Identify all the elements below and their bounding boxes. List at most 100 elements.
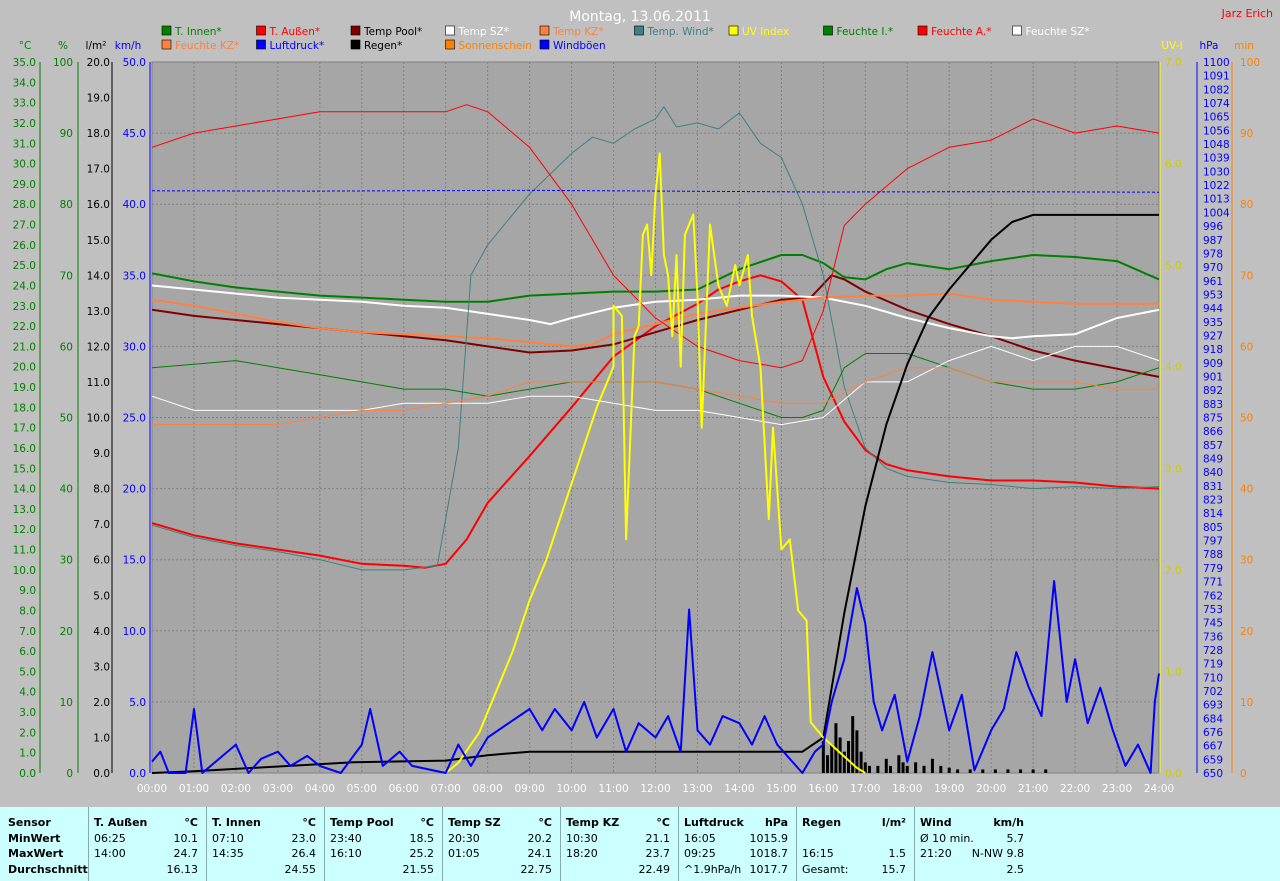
rain-bar [922, 765, 926, 773]
legend-label: Sonnenschein [459, 40, 532, 52]
legend-label: Windböen [553, 40, 606, 52]
temp-tick-label: 0.0 [19, 768, 36, 780]
rain-tick-label: 7.0 [93, 519, 110, 531]
author-label: Jarz Erich [1221, 7, 1273, 20]
summary-column-unit: km/h [993, 816, 1024, 829]
pressure-tick-label: 1048 [1203, 139, 1230, 151]
summary-column-unit: hPa [764, 816, 788, 829]
temp-tick-label: 10.0 [13, 565, 36, 577]
rain-tick-label: 19.0 [87, 93, 110, 105]
legend: T. Innen* T. Außen* Temp Pool* Temp SZ* Temp… [161, 25, 1090, 52]
time-tick-label: 10:00 [556, 783, 586, 795]
summary-row-label: Durchschnitt [8, 863, 88, 876]
temp-tick-label: 35.0 [13, 57, 36, 69]
legend-label: Regen* [364, 40, 402, 52]
temp-tick-label: 11.0 [13, 545, 36, 557]
time-tick-label: 00:00 [137, 783, 167, 795]
time-tick-label: 01:00 [179, 783, 209, 795]
humidity-unit: % [58, 40, 68, 52]
pressure-tick-label: 987 [1203, 235, 1223, 247]
temp-tick-label: 30.0 [13, 159, 36, 171]
temp-tick-label: 26.0 [13, 240, 36, 252]
temp-tick-label: 32.0 [13, 118, 36, 130]
temp-tick-label: 24.0 [13, 280, 36, 292]
rain-bar [867, 765, 871, 773]
legend-label: Feuchte SZ* [1026, 26, 1090, 38]
summary-value: 26.4 [291, 847, 317, 860]
pressure-tick-label: 978 [1203, 248, 1223, 260]
time-tick-label: 17:00 [850, 783, 880, 795]
humidity-tick-label: 60 [60, 341, 73, 353]
sunshine-tick-label: 100 [1240, 57, 1260, 69]
legend-swatch [161, 25, 172, 36]
rain-tick-label: 12.0 [87, 341, 110, 353]
humidity-tick-label: 70 [60, 270, 73, 282]
summary-separator [678, 807, 679, 881]
temp-tick-label: 27.0 [13, 220, 36, 232]
pressure-tick-label: 779 [1203, 563, 1223, 575]
summary-value: 23.0 [291, 832, 317, 845]
humidity-tick-label: 20 [60, 626, 73, 638]
rain-bar [956, 769, 960, 773]
time-tick-label: 08:00 [473, 783, 503, 795]
sunshine-tick-label: 60 [1240, 341, 1253, 353]
humidity-tick-label: 100 [53, 57, 73, 69]
rain-bar [981, 769, 985, 773]
rain-tick-label: 13.0 [87, 306, 110, 318]
temp-tick-label: 18.0 [13, 402, 36, 414]
pressure-tick-label: 702 [1203, 686, 1223, 698]
rain-bar [876, 765, 880, 773]
uv-tick-label: 4.0 [1165, 362, 1182, 374]
pressure-tick-label: 1091 [1203, 71, 1230, 83]
legend-swatch [350, 25, 361, 36]
legend-swatch [256, 39, 266, 50]
legend-label: Temp. Wind* [647, 26, 714, 38]
time-tick-label: 11:00 [598, 783, 628, 795]
temp-tick-label: 5.0 [19, 666, 36, 678]
uv-tick-label: 0.0 [1165, 768, 1182, 780]
rain-bar [1006, 769, 1010, 773]
time-tick-label: 09:00 [514, 783, 544, 795]
time-tick-label: 05:00 [347, 783, 377, 795]
wind-tick-label: 25.0 [123, 413, 146, 425]
pressure-tick-label: 762 [1203, 590, 1223, 602]
summary-row-label: Sensor [8, 816, 51, 829]
legend-swatch [539, 25, 550, 36]
chart-title: Montag, 13.06.2011 [569, 9, 711, 25]
summary-value: 23.7 [645, 847, 671, 860]
pressure-tick-label: 719 [1203, 659, 1223, 671]
legend-label: T. Außen* [269, 26, 321, 38]
pressure-tick-label: 875 [1203, 413, 1223, 425]
summary-value: 18.5 [409, 832, 435, 845]
humidity-tick-label: 90 [60, 128, 73, 140]
time-tick-label: 03:00 [263, 783, 293, 795]
legend-swatch [445, 39, 455, 50]
time-tick-label: 06:00 [389, 783, 419, 795]
sunshine-tick-label: 0 [1240, 768, 1247, 780]
humidity-tick-label: 0 [66, 768, 73, 780]
wind-unit: km/h [115, 40, 142, 52]
summary-separator [560, 807, 561, 881]
time-tick-label: 18:00 [892, 783, 922, 795]
wind-tick-label: 0.0 [129, 768, 146, 780]
pressure-tick-label: 927 [1203, 330, 1223, 342]
summary-value: 24.1 [527, 847, 553, 860]
time-tick-label: 22:00 [1060, 783, 1090, 795]
pressure-tick-label: 857 [1203, 440, 1223, 452]
summary-value: 2.5 [1006, 863, 1025, 876]
pressure-tick-label: 953 [1203, 289, 1223, 301]
rain-tick-label: 20.0 [87, 57, 110, 69]
rain-tick-label: 8.0 [93, 484, 110, 496]
summary-column-unit: °C [538, 816, 552, 829]
sunshine-tick-label: 30 [1240, 555, 1253, 567]
pressure-tick-label: 788 [1203, 549, 1223, 561]
temp-tick-label: 21.0 [13, 341, 36, 353]
summary-value: 24.55 [284, 863, 317, 876]
legend-label: T. Innen* [174, 26, 222, 38]
summary-separator [324, 807, 325, 881]
time-tick-label: 16:00 [808, 783, 838, 795]
rain-bar [901, 762, 905, 773]
summary-table: Sensor MinWert MaxWert Durchschnitt T. Außen… [0, 807, 1280, 881]
rain-tick-label: 4.0 [93, 626, 110, 638]
temp-tick-label: 7.0 [19, 626, 36, 638]
